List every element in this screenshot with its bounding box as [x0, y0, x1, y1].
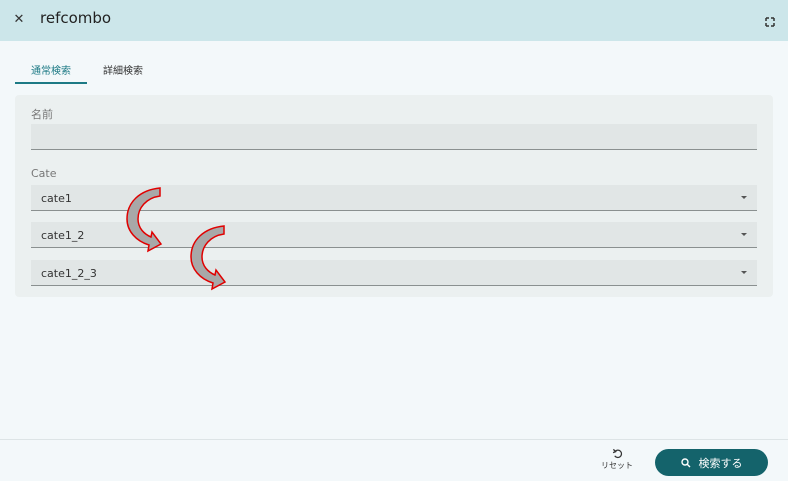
search-button-label: 検索する: [698, 456, 743, 470]
cate-select-2-value: cate1_2: [41, 229, 85, 242]
fullscreen-button[interactable]: [764, 13, 776, 27]
cate-select-3[interactable]: cate1_2_3: [31, 260, 757, 286]
search-tabs: 通常検索 詳細検索: [15, 58, 159, 84]
close-icon: ✕: [13, 12, 25, 27]
reset-label: リセット: [601, 461, 633, 470]
chevron-down-icon: [741, 233, 747, 236]
tab-normal-search[interactable]: 通常検索: [15, 58, 87, 84]
cate-select-1-value: cate1: [41, 192, 72, 205]
chevron-down-icon: [741, 196, 747, 199]
name-label: 名前: [31, 108, 53, 121]
cate-select-3-value: cate1_2_3: [41, 267, 97, 280]
chevron-down-icon: [741, 271, 747, 274]
reset-icon: [612, 448, 622, 459]
close-button[interactable]: ✕: [11, 12, 27, 28]
cate-label: Cate: [31, 167, 57, 180]
curved-arrow-icon: [126, 187, 163, 253]
search-icon: [680, 457, 690, 467]
tab-advanced-search[interactable]: 詳細検索: [87, 58, 159, 84]
fullscreen-icon: [765, 17, 775, 27]
name-input[interactable]: [31, 124, 757, 150]
dialog-title: refcombo: [40, 9, 112, 27]
dialog-footer: リセット 検索する: [0, 439, 788, 481]
title-bar: ✕ refcombo: [0, 0, 788, 41]
reset-button[interactable]: リセット: [596, 448, 638, 476]
search-button[interactable]: 検索する: [655, 449, 768, 476]
curved-arrow-icon: [190, 225, 227, 291]
